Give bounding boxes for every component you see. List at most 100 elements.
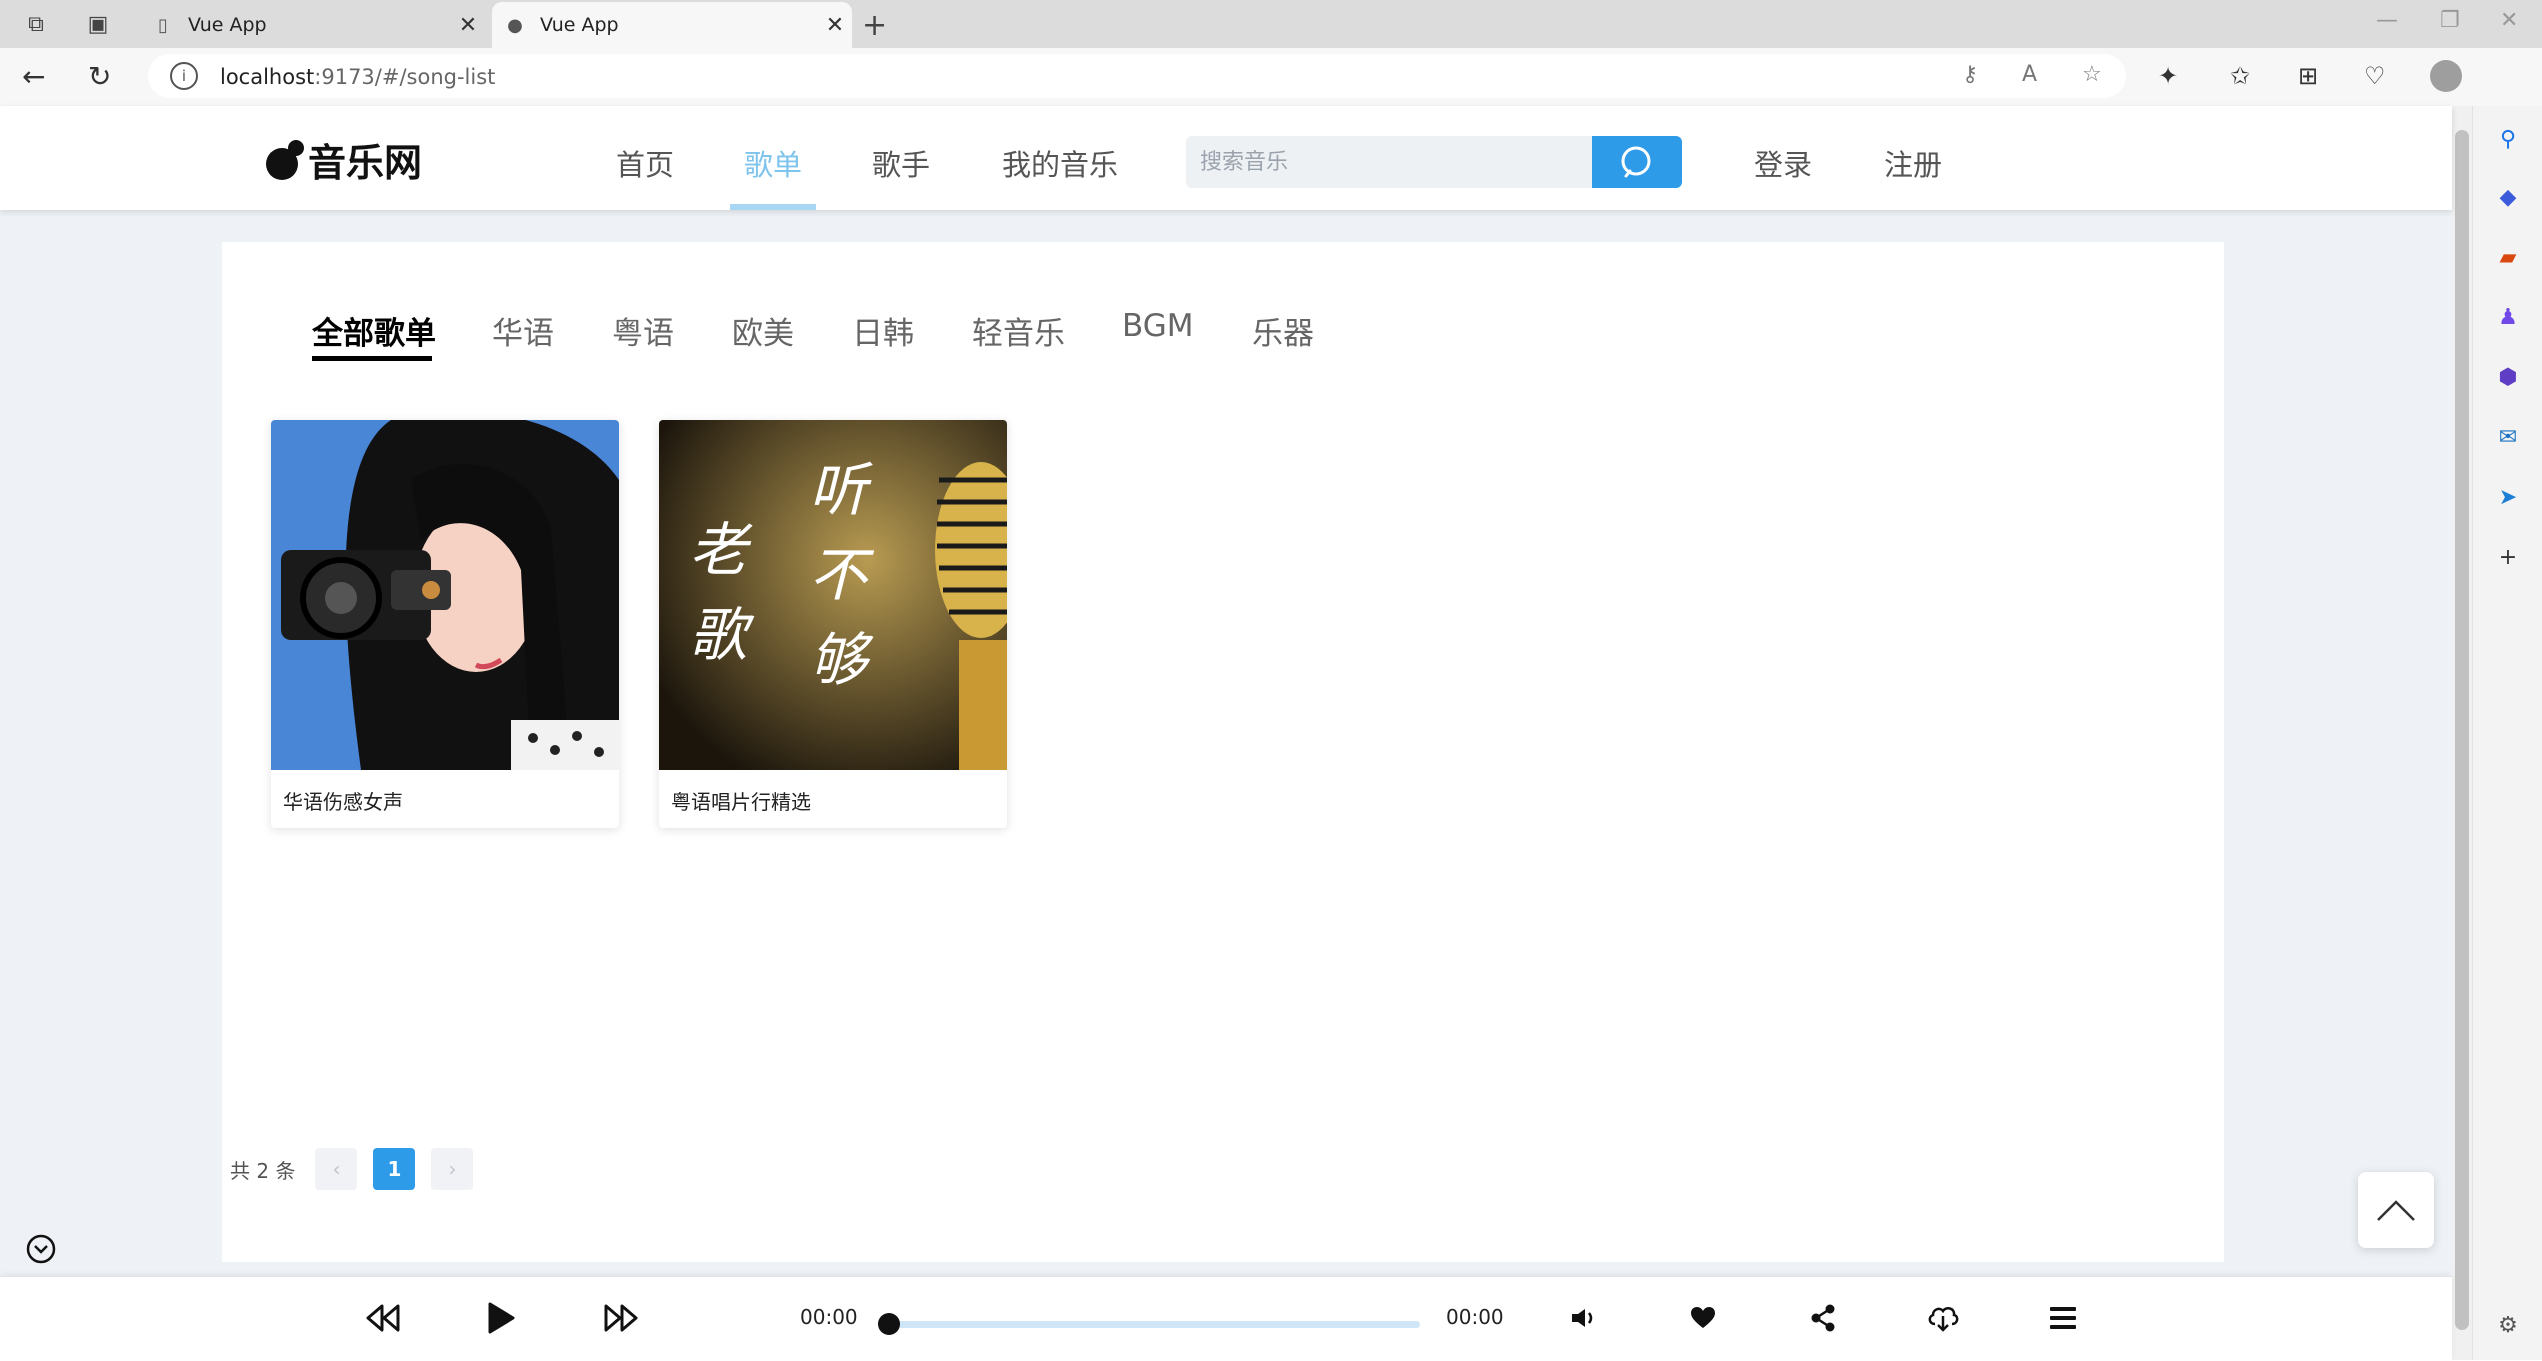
favorite-star-icon[interactable]: ☆ — [2082, 62, 2102, 87]
page-scrollbar[interactable] — [2452, 106, 2472, 1360]
logo-mark-icon — [266, 139, 306, 180]
nav-singer[interactable]: 歌手 — [872, 142, 930, 184]
new-tab-icon[interactable]: + — [862, 8, 887, 43]
search-input[interactable] — [1186, 136, 1592, 188]
previous-track-button[interactable] — [362, 1297, 404, 1339]
category-cantonese[interactable]: 粤语 — [612, 308, 674, 353]
like-button[interactable] — [1682, 1297, 1724, 1339]
playlist-menu-button[interactable] — [2042, 1297, 2084, 1339]
page-icon: ▯ — [158, 14, 168, 36]
search-icon[interactable]: ⚲ — [2493, 124, 2523, 154]
play-icon — [488, 1302, 515, 1334]
search-button[interactable] — [1592, 136, 1682, 188]
download-button[interactable] — [1922, 1297, 1964, 1339]
back-icon[interactable]: ← — [22, 60, 45, 93]
music-player-bar: 00:00 00:00 — [0, 1276, 2452, 1361]
share-button[interactable] — [1802, 1297, 1844, 1339]
category-instruments[interactable]: 乐器 — [1252, 308, 1314, 353]
profile-avatar[interactable] — [2430, 60, 2462, 92]
playlist-name[interactable]: 华语伤感女声 — [283, 786, 403, 815]
app-page: 音乐网 首页 歌单 歌手 我的音乐 登录 注册 全部歌单 华语 粤语 欧美 日韩… — [0, 106, 2452, 1361]
share-icon — [1811, 1304, 1835, 1332]
read-aloud-icon[interactable]: A — [2022, 62, 2037, 87]
vertical-tabs-icon[interactable]: ▣ — [84, 10, 112, 38]
url-text: localhost:9173/#/song-list — [220, 65, 496, 89]
minimize-icon[interactable]: — — [2376, 8, 2398, 33]
collections-icon[interactable]: ⊞ — [2298, 62, 2318, 90]
category-all[interactable]: 全部歌单 — [312, 308, 436, 353]
progress-bar[interactable] — [878, 1313, 1420, 1335]
category-bgm[interactable]: BGM — [1122, 308, 1194, 344]
pagination: 共 2 条 ‹ 1 › — [230, 1148, 489, 1190]
category-western[interactable]: 欧美 — [732, 308, 794, 353]
extensions-icon[interactable]: ✦ — [2158, 62, 2178, 90]
pagination-total: 共 2 条 — [230, 1158, 296, 1183]
nav-home[interactable]: 首页 — [616, 142, 674, 184]
search-bar — [1186, 136, 1682, 188]
playlist-cover-image — [271, 420, 619, 770]
games-icon[interactable]: ♟ — [2493, 302, 2523, 332]
category-jp-kr[interactable]: 日韩 — [852, 308, 914, 353]
site-header: 音乐网 首页 歌单 歌手 我的音乐 登录 注册 — [0, 106, 2452, 210]
back-to-top-button[interactable] — [2358, 1172, 2434, 1248]
duration-time: 00:00 — [1446, 1305, 1504, 1329]
close-window-icon[interactable]: ✕ — [2500, 8, 2518, 33]
login-link[interactable]: 登录 — [1754, 142, 1812, 184]
heart-icon — [1691, 1307, 1715, 1328]
close-tab-icon[interactable]: ✕ — [451, 13, 485, 38]
browser-tab-title: Vue App — [540, 14, 619, 36]
restore-icon[interactable]: ❐ — [2440, 8, 2460, 33]
browser-tab-title: Vue App — [188, 14, 267, 36]
volume-button[interactable] — [1562, 1297, 1604, 1339]
category-chinese[interactable]: 华语 — [492, 308, 554, 353]
playlist-card[interactable]: 华语伤感女声 — [271, 420, 619, 828]
scrollbar-thumb[interactable] — [2455, 130, 2469, 1330]
url-field[interactable]: i localhost:9173/#/song-list ⚷ A ☆ — [148, 54, 2126, 98]
close-tab-icon[interactable]: ✕ — [818, 13, 852, 38]
category-light-music[interactable]: 轻音乐 — [972, 308, 1065, 353]
site-info-icon[interactable]: i — [170, 62, 198, 90]
page-number-1[interactable]: 1 — [373, 1148, 416, 1190]
site-logo[interactable]: 音乐网 — [266, 132, 422, 187]
playlist-card[interactable]: 听 不 够 老 歌 粤语唱片行精选 — [659, 420, 1007, 828]
rewind-icon — [366, 1304, 400, 1332]
register-link[interactable]: 注册 — [1884, 142, 1942, 184]
cover-text: 歌 — [689, 601, 755, 669]
fast-forward-icon — [604, 1304, 638, 1332]
cover-text: 不 — [809, 541, 875, 609]
tools-icon[interactable]: ▰ — [2493, 242, 2523, 272]
current-time: 00:00 — [800, 1305, 858, 1329]
edge-sidebar: ⚲ ◆ ▰ ♟ ⬢ ✉ ➤ + ⚙ — [2472, 106, 2542, 1360]
shopping-tag-icon[interactable]: ◆ — [2493, 182, 2523, 212]
sidebar-settings-icon[interactable]: ⚙ — [2493, 1310, 2523, 1340]
nav-song-list[interactable]: 歌单 — [744, 142, 802, 184]
next-page-button[interactable]: › — [431, 1148, 474, 1190]
nav-my-music[interactable]: 我的音乐 — [1002, 142, 1118, 184]
microsoft365-icon[interactable]: ⬢ — [2493, 362, 2523, 392]
next-track-button[interactable] — [600, 1297, 642, 1339]
play-button[interactable] — [480, 1297, 522, 1339]
outlook-icon[interactable]: ✉ — [2493, 422, 2523, 452]
address-bar: ← ↻ i localhost:9173/#/song-list ⚷ A ☆ ✦… — [0, 48, 2542, 107]
password-key-icon[interactable]: ⚷ — [1962, 62, 1978, 87]
browser-tabbar: ⧉ ▣ ▯ Vue App ✕ ● Vue App ✕ + — ❐ ✕ — [0, 0, 2542, 48]
search-icon — [1621, 146, 1651, 178]
add-sidebar-app-icon[interactable]: + — [2493, 542, 2523, 572]
browser-tab-1[interactable]: ▯ Vue App ✕ — [140, 2, 485, 48]
collapse-player-icon[interactable] — [26, 1234, 56, 1264]
workspaces-icon[interactable]: ⧉ — [22, 10, 50, 38]
favorites-icon[interactable]: ✩ — [2230, 62, 2250, 90]
playlist-name[interactable]: 粤语唱片行精选 — [671, 786, 811, 815]
refresh-icon[interactable]: ↻ — [88, 60, 111, 93]
menu-icon — [2050, 1307, 2076, 1329]
song-list-panel: 全部歌单 华语 粤语 欧美 日韩 轻音乐 BGM 乐器 华语伤感女声 听 不 够… — [222, 242, 2224, 1262]
cover-text: 够 — [809, 626, 874, 694]
prev-page-button[interactable]: ‹ — [315, 1148, 358, 1190]
logo-text: 音乐网 — [308, 141, 423, 185]
chevron-up-icon — [2377, 1200, 2415, 1221]
progress-handle[interactable] — [878, 1313, 900, 1335]
nav-active-indicator — [730, 204, 816, 210]
browser-tab-2[interactable]: ● Vue App ✕ — [492, 2, 852, 48]
send-icon[interactable]: ➤ — [2493, 482, 2523, 512]
browser-essentials-icon[interactable]: ♡ — [2364, 62, 2386, 90]
